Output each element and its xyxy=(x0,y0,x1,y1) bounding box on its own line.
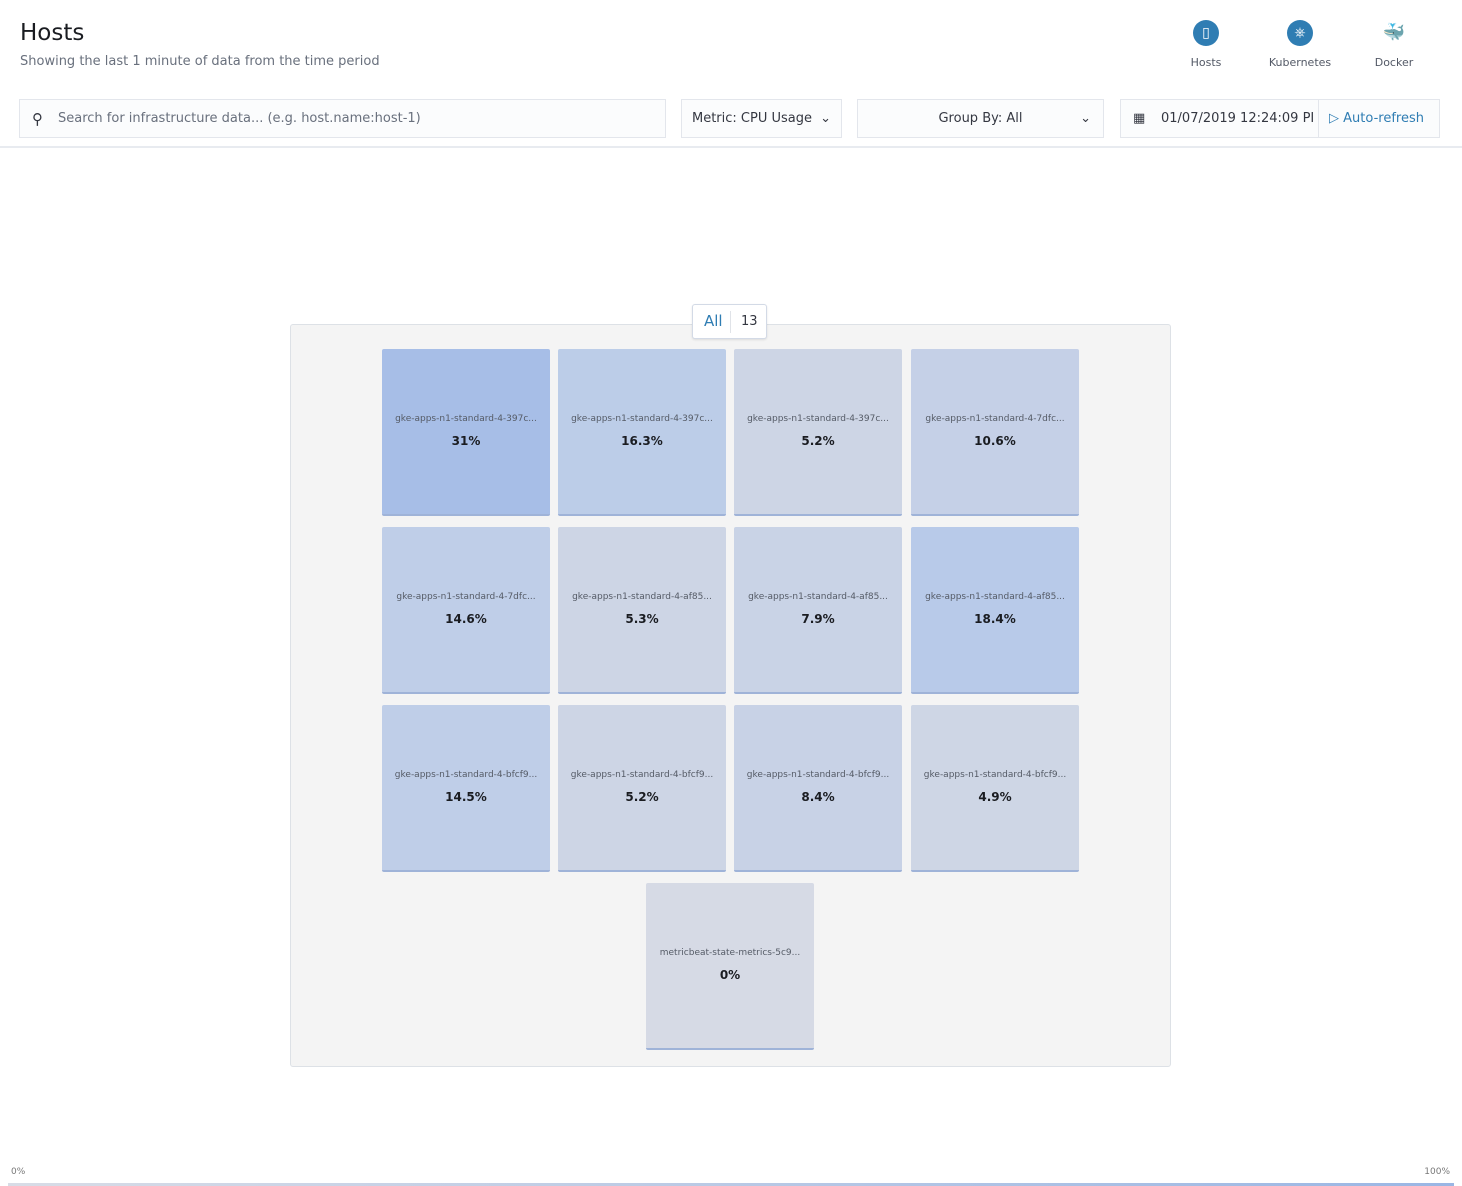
host-name: gke-apps-n1-standard-4-397c... xyxy=(747,414,889,424)
nav-hosts[interactable]: ▯ Hosts xyxy=(1166,18,1246,69)
host-name: metricbeat-state-metrics-5c9... xyxy=(659,948,801,958)
host-name: gke-apps-n1-standard-4-7dfc... xyxy=(396,592,536,602)
metric-label: Metric: CPU Usage xyxy=(692,111,812,126)
docker-icon: 🐳 xyxy=(1382,22,1406,43)
divider xyxy=(0,146,1462,148)
host-value: 0% xyxy=(719,968,741,982)
date-picker[interactable]: ▦ 01/07/2019 12:24:09 PI ▷ Auto-refresh xyxy=(1120,99,1440,138)
nav-label: Kubernetes xyxy=(1268,56,1332,69)
kubernetes-icon: ⎈ xyxy=(1287,20,1313,46)
host-tile[interactable]: gke-apps-n1-standard-4-397c... 31% xyxy=(382,349,550,516)
host-value: 7.9% xyxy=(801,612,835,626)
host-value: 31% xyxy=(451,434,481,448)
host-tile[interactable]: gke-apps-n1-standard-4-7dfc... 10.6% xyxy=(911,349,1079,516)
host-value: 14.5% xyxy=(445,790,487,804)
search-input[interactable]: ⚲ Search for infrastructure data... (e.g… xyxy=(19,99,666,138)
chevron-down-icon: ⌄ xyxy=(820,111,831,126)
host-value: 5.3% xyxy=(625,612,659,626)
search-placeholder: Search for infrastructure data... (e.g. … xyxy=(58,111,421,126)
date-value[interactable]: 01/07/2019 12:24:09 PI xyxy=(1161,100,1316,138)
legend-min: 0% xyxy=(11,1167,26,1177)
group-by-label: Group By: All xyxy=(938,111,1023,126)
host-name: gke-apps-n1-standard-4-bfcf9... xyxy=(570,770,714,780)
auto-refresh-button[interactable]: ▷ Auto-refresh xyxy=(1318,100,1440,137)
host-name: gke-apps-n1-standard-4-7dfc... xyxy=(925,414,1065,424)
host-value: 10.6% xyxy=(974,434,1016,448)
host-tile[interactable]: gke-apps-n1-standard-4-397c... 5.2% xyxy=(734,349,902,516)
search-icon: ⚲ xyxy=(32,110,43,128)
host-name: gke-apps-n1-standard-4-bfcf9... xyxy=(746,770,890,780)
nav-label: Hosts xyxy=(1190,56,1222,69)
host-tile[interactable]: gke-apps-n1-standard-4-af85... 5.3% xyxy=(558,527,726,694)
host-value: 5.2% xyxy=(801,434,835,448)
host-name: gke-apps-n1-standard-4-af85... xyxy=(572,592,712,602)
chevron-down-icon: ⌄ xyxy=(1080,111,1091,126)
calendar-icon: ▦ xyxy=(1133,111,1146,126)
group-by-select[interactable]: Group By: All ⌄ xyxy=(857,99,1104,138)
host-value: 5.2% xyxy=(625,790,659,804)
host-name: gke-apps-n1-standard-4-af85... xyxy=(748,592,888,602)
nav-kubernetes[interactable]: ⎈ Kubernetes xyxy=(1260,18,1340,69)
legend-max: 100% xyxy=(1424,1167,1450,1177)
host-name: gke-apps-n1-standard-4-397c... xyxy=(571,414,713,424)
host-icon: ▯ xyxy=(1193,20,1219,46)
host-tile[interactable]: gke-apps-n1-standard-4-bfcf9... 5.2% xyxy=(558,705,726,872)
host-name: gke-apps-n1-standard-4-397c... xyxy=(395,414,537,424)
host-name: gke-apps-n1-standard-4-bfcf9... xyxy=(394,770,538,780)
host-value: 16.3% xyxy=(621,434,663,448)
nav-label: Docker xyxy=(1374,56,1414,69)
host-tile[interactable]: metricbeat-state-metrics-5c9... 0% xyxy=(646,883,814,1050)
play-icon: ▷ xyxy=(1329,111,1339,126)
host-tile[interactable]: gke-apps-n1-standard-4-bfcf9... 14.5% xyxy=(382,705,550,872)
host-name: gke-apps-n1-standard-4-bfcf9... xyxy=(923,770,1067,780)
metric-select[interactable]: Metric: CPU Usage ⌄ xyxy=(681,99,842,138)
host-tile[interactable]: gke-apps-n1-standard-4-bfcf9... 4.9% xyxy=(911,705,1079,872)
host-tile[interactable]: gke-apps-n1-standard-4-bfcf9... 8.4% xyxy=(734,705,902,872)
host-tile[interactable]: gke-apps-n1-standard-4-7dfc... 14.6% xyxy=(382,527,550,694)
group-label[interactable]: All xyxy=(704,305,723,338)
host-value: 18.4% xyxy=(974,612,1016,626)
host-name: gke-apps-n1-standard-4-af85... xyxy=(925,592,1065,602)
auto-refresh-label: Auto-refresh xyxy=(1343,111,1424,126)
host-tile[interactable]: gke-apps-n1-standard-4-af85... 18.4% xyxy=(911,527,1079,694)
group-badge[interactable]: All 13 xyxy=(692,304,767,339)
host-value: 14.6% xyxy=(445,612,487,626)
page-subtitle: Showing the last 1 minute of data from t… xyxy=(20,54,380,69)
page-title: Hosts xyxy=(20,20,85,46)
host-value: 4.9% xyxy=(978,790,1012,804)
group-count: 13 xyxy=(741,314,758,329)
host-tile[interactable]: gke-apps-n1-standard-4-397c... 16.3% xyxy=(558,349,726,516)
host-tile[interactable]: gke-apps-n1-standard-4-af85... 7.9% xyxy=(734,527,902,694)
host-value: 8.4% xyxy=(801,790,835,804)
nav-docker[interactable]: 🐳 Docker xyxy=(1354,18,1434,69)
